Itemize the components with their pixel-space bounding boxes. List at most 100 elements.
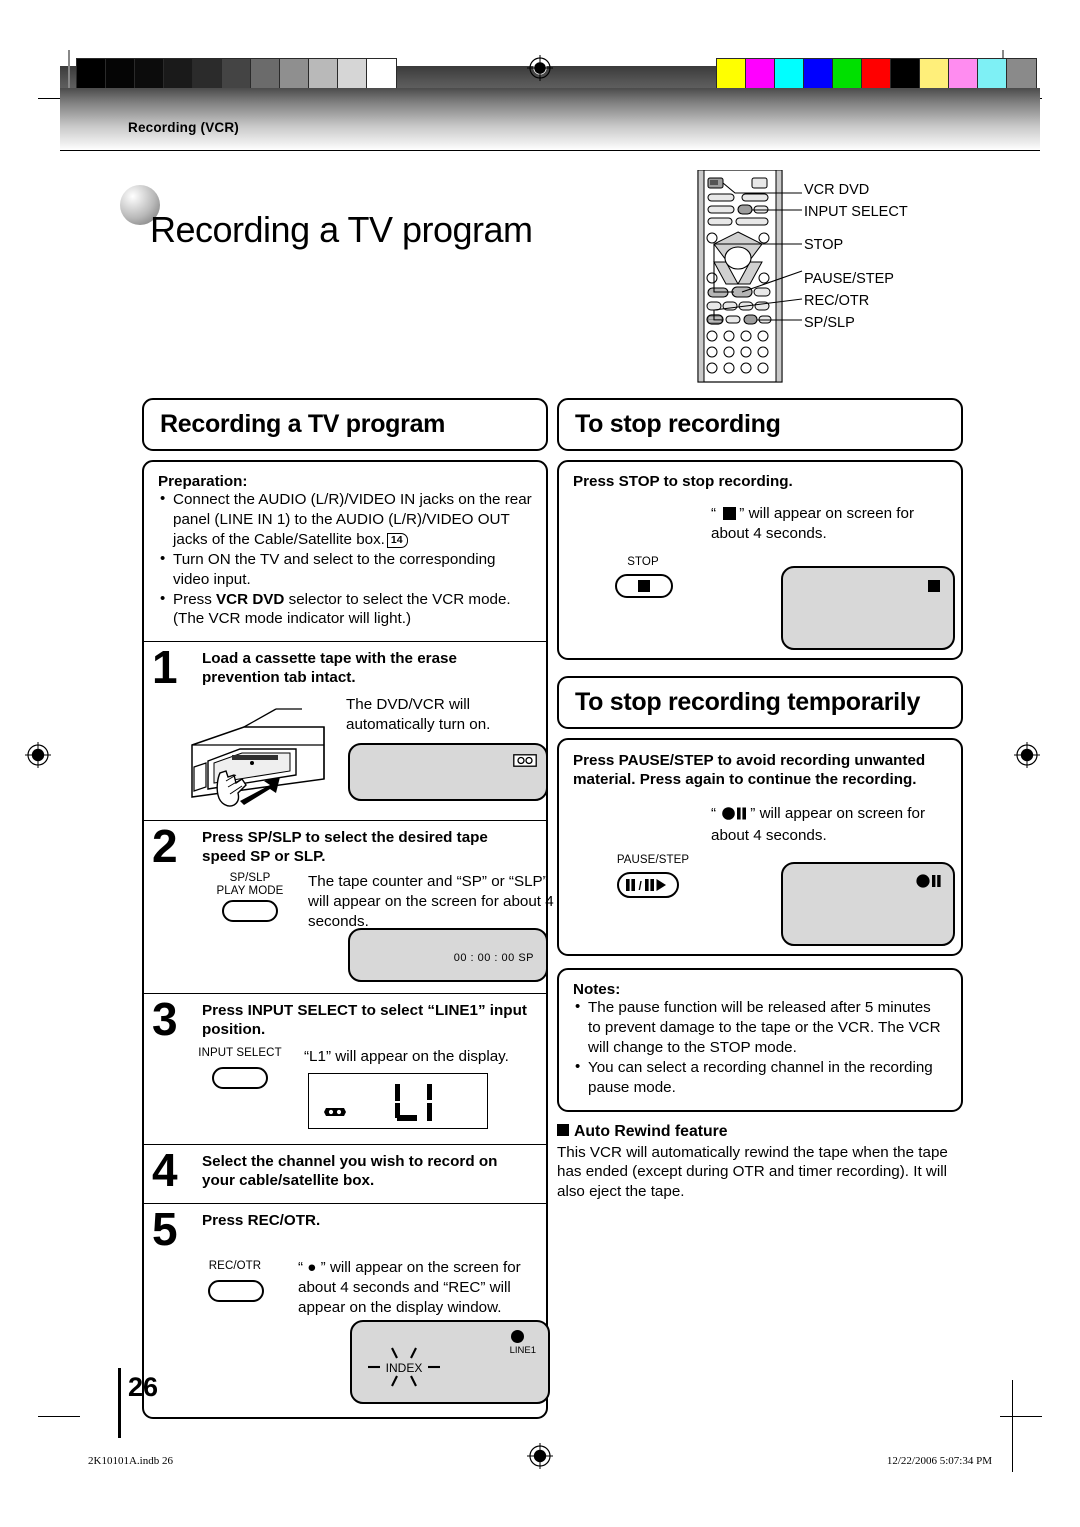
stop-button-caption: STOP [627, 556, 659, 568]
stop-button[interactable] [615, 574, 673, 598]
stop-recording-box: Press STOP to stop recording. “ ” will a… [557, 460, 963, 660]
step-heading: Press SP/SLP to select the desired tape … [202, 829, 488, 866]
auto-rewind-heading-text: Auto Rewind feature [574, 1122, 728, 1140]
footer-rule-right [1012, 1380, 1013, 1472]
left-column: Recording a TV program Preparation: Conn… [142, 398, 554, 1420]
list-item: Turn ON the TV and select to the corresp… [158, 549, 532, 590]
square-bullet-icon [557, 1123, 569, 1136]
stop-temporarily-heading: Press PAUSE/STEP to avoid recording unwa… [573, 752, 926, 789]
step-2-body: SP/SLP PLAY MODE The tape counter and “S… [156, 872, 554, 984]
step-5-note: “ ● ” will appear on the screen for abou… [298, 1259, 521, 1317]
remote-label-vcr-dvd: VCR DVD [804, 182, 870, 198]
stop-temporarily-note: “ ” will appear on screen for about 4 se… [711, 804, 939, 846]
section-title-to-stop-recording-temporarily: To stop recording temporarily [557, 676, 963, 729]
tv-screen-step-5: LINE1 INDEX [350, 1320, 550, 1405]
tv-screen-pause [781, 862, 955, 946]
preparation-item-0-text: Connect the AUDIO (L/R)/VIDEO IN jacks o… [173, 491, 532, 548]
pause-step-button[interactable]: / [617, 872, 679, 898]
step-5-body: REC/OTR “ ● ” will appear on the screen … [156, 1236, 550, 1408]
list-item: The pause function will be released afte… [573, 997, 947, 1058]
remote-label-sp-slp: SP/SLP [804, 315, 855, 331]
sp-slp-caption-line2: PLAY MODE [216, 885, 284, 898]
step-1: 1 Load a cassette tape with the erase pr… [144, 641, 548, 820]
registration-mark-bottom [527, 1443, 553, 1469]
notes-label: Notes: [573, 981, 621, 998]
tape-counter-osd: 00 : 00 : 00 SP [453, 952, 534, 965]
step-1-note: The DVD/VCR will automatically turn on. [346, 696, 491, 734]
step-heading: Press INPUT SELECT to select “LINE1” inp… [202, 1002, 527, 1039]
svg-text:/: / [639, 879, 643, 892]
stop-temporarily-box: Press PAUSE/STEP to avoid recording unwa… [557, 738, 963, 956]
index-blink-icon: INDEX [368, 1347, 440, 1387]
step-3-note: “L1” will appear on the display. [304, 1048, 509, 1066]
cassette-load-illustration [191, 708, 325, 808]
remote-label-pause-step: PAUSE/STEP [804, 271, 894, 287]
step-number: 3 [152, 993, 178, 1046]
notes-box: Notes: The pause function will be releas… [557, 968, 963, 1112]
stop-recording-note: “ ” will appear on screen for about 4 se… [711, 504, 955, 544]
step-5: 5 Press REC/OTR. REC/OTR “ ● ” will appe… [144, 1203, 550, 1417]
cassette-indicator-icon [324, 1108, 346, 1117]
registration-mark-right [1014, 742, 1040, 768]
running-header-band [60, 88, 1040, 150]
pause-step-glyph-icon: / [626, 879, 666, 892]
quote-open: “ [711, 505, 717, 522]
line1-osd: LINE1 [509, 1345, 536, 1357]
tv-screen-step-1 [348, 743, 548, 802]
crop-mark-bottom-right [1000, 1416, 1042, 1417]
stop-recording-note-suffix: ” will appear on screen for about 4 seco… [711, 505, 915, 542]
section-title-to-stop-recording: To stop recording [557, 398, 963, 451]
rec-pause-icon [722, 806, 748, 826]
remote-control-illustration: VCR DVD INPUT SELECT STOP PAUSE/STEP REC… [690, 169, 1040, 385]
remote-label-rec-otr: REC/OTR [804, 293, 870, 309]
display-window-step-3 [308, 1073, 488, 1130]
running-head: Recording (VCR) [128, 120, 239, 135]
sp-slp-button[interactable] [222, 900, 278, 923]
rec-pause-osd [916, 874, 943, 893]
input-select-button-caption: INPUT SELECT [198, 1047, 282, 1060]
recording-steps-box: Preparation: Connect the AUDIO (L/R)/VID… [142, 460, 554, 1420]
preparation-block: Preparation: Connect the AUDIO (L/R)/VID… [144, 462, 546, 641]
list-item: Connect the AUDIO (L/R)/VIDEO IN jacks o… [158, 489, 532, 550]
registration-mark-left [25, 742, 51, 768]
page-number: 26 [128, 1372, 159, 1402]
auto-rewind-body: This VCR will automatically rewind the t… [557, 1143, 948, 1201]
list-item: You can select a recording channel in th… [573, 1057, 947, 1098]
crop-mark-bottom-left [38, 1416, 80, 1417]
step-3-body: INPUT SELECT “L1” will appear on the dis… [156, 1045, 534, 1135]
index-osd-text: INDEX [386, 1361, 423, 1375]
notes-list: The pause function will be released afte… [573, 997, 947, 1098]
header-rule [60, 150, 1040, 151]
step-4: 4 Select the channel you wish to record … [144, 1144, 546, 1203]
section-title-recording-tv-program: Recording a TV program [142, 398, 548, 451]
step-1-body: The DVD/VCR will automatically turn on. [156, 693, 548, 811]
page-title: Recording a TV program [150, 209, 533, 251]
step-number: 2 [152, 820, 178, 873]
tv-screen-step-2: 00 : 00 : 00 SP [348, 928, 548, 983]
tv-screen-stop [781, 566, 955, 650]
footer-timestamp: 12/22/2006 5:07:34 PM [886, 1455, 992, 1467]
step-3: 3 Press INPUT SELECT to select “LINE1” i… [144, 993, 546, 1144]
sp-slp-button-caption: SP/SLP PLAY MODE [200, 872, 300, 898]
stop-square-glyph [638, 580, 650, 592]
record-dot-icon [511, 1330, 524, 1344]
remote-label-stop: STOP [804, 237, 844, 253]
lcd-l1-segments [395, 1084, 432, 1122]
step-number: 1 [152, 641, 178, 694]
stop-square-osd [928, 580, 940, 592]
vcr-dvd-emphasis: VCR DVD [216, 590, 285, 608]
right-column: To stop recording Press STOP to stop rec… [557, 398, 963, 1202]
step-heading: Select the channel you wish to record on… [202, 1153, 498, 1190]
step-heading: Load a cassette tape with the erase prev… [202, 650, 457, 687]
quote-open: “ [711, 805, 717, 822]
rec-otr-button[interactable] [208, 1280, 264, 1303]
remote-label-input-select: INPUT SELECT [804, 204, 908, 220]
list-item: Press VCR DVD selector to select the VCR… [158, 589, 532, 630]
input-select-button[interactable] [212, 1067, 268, 1090]
step-2-note: The tape counter and “SP” or “SLP” will … [308, 873, 554, 931]
cassette-icon [513, 754, 537, 768]
page-number-rule [118, 1368, 121, 1438]
rec-otr-button-caption: REC/OTR [208, 1260, 262, 1273]
preparation-label: Preparation: [158, 473, 248, 490]
page-reference-badge[interactable]: 14 [386, 532, 408, 548]
